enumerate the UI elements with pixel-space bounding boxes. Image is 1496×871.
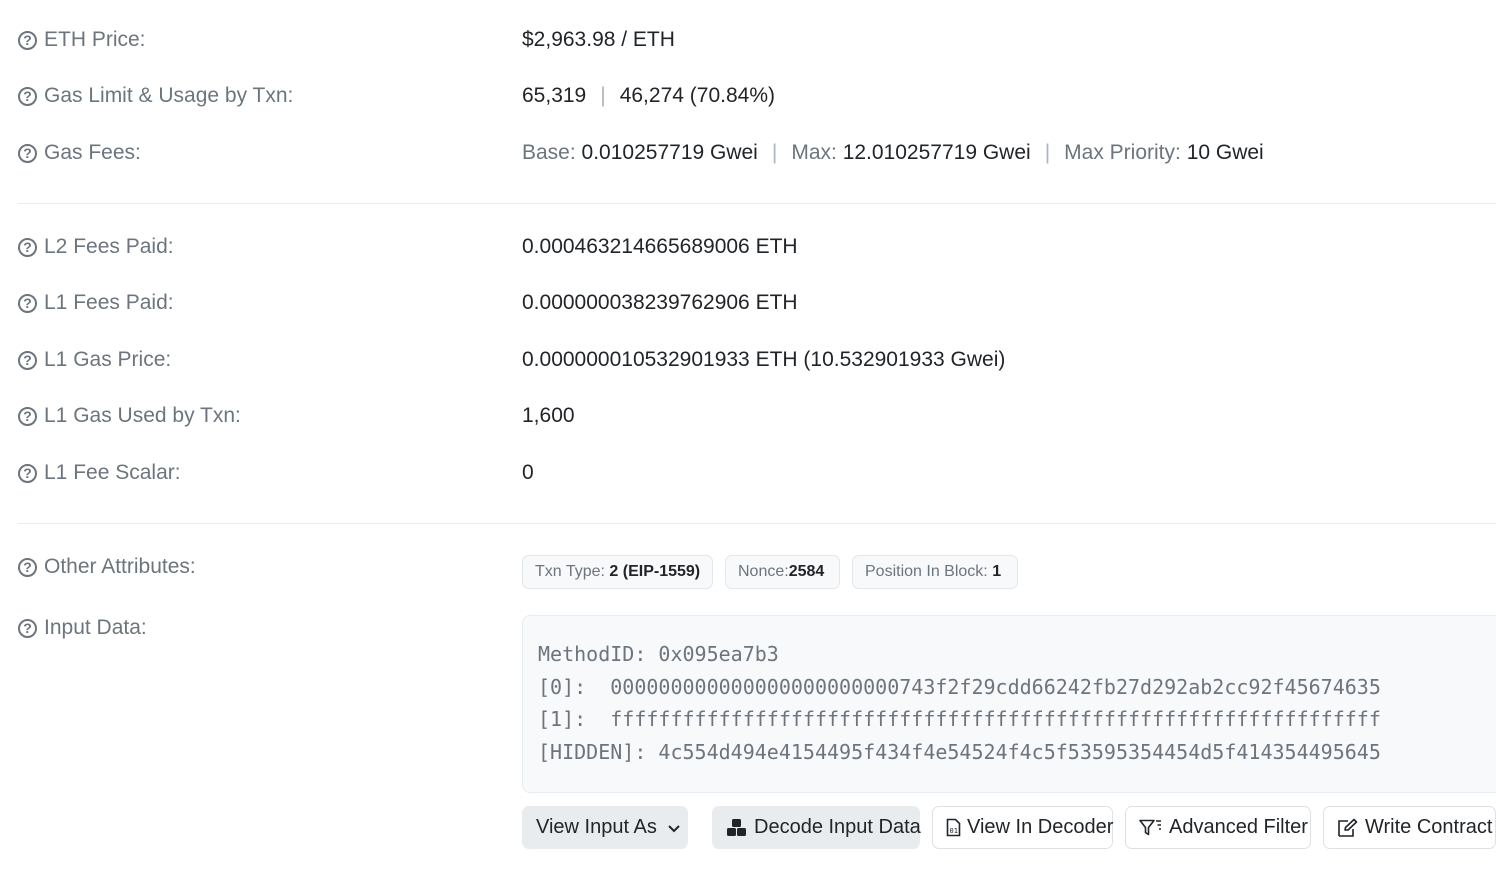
write-contract-label: Write Contract <box>1365 816 1493 838</box>
txn-type-label: Txn Type: <box>535 563 605 580</box>
question-circle-icon[interactable]: ? <box>18 30 37 50</box>
view-in-decoder-label: View In Decoder <box>967 816 1114 838</box>
eth-price-row: ? ETH Price: $2,963.98 / ETH <box>0 28 1496 60</box>
l1-fees-label: ? L1 Fees Paid: <box>18 291 174 315</box>
gas-usage: 46,274 (70.84%) <box>619 84 775 107</box>
position-value: 1 <box>992 563 1002 580</box>
l1-gas-price-row: ? L1 Gas Price: 0.000000010532901933 ETH… <box>0 348 1496 380</box>
base-fee-value: 0.010257719 Gwei <box>581 141 758 164</box>
input-data-box[interactable]: MethodID: 0x095ea7b3 [0]: 000000000000000… <box>522 615 1496 793</box>
separator: | <box>771 141 778 164</box>
txn-type-badge: Txn Type: 2 (EIP-1559) <box>522 555 713 589</box>
position-badge: Position In Block: 1 <box>852 555 1018 589</box>
l1-fee-scalar-value: 0 <box>522 461 534 484</box>
advanced-filter-label: Advanced Filter <box>1169 816 1308 838</box>
question-circle-icon[interactable]: ? <box>18 557 37 577</box>
gas-limit-label: ? Gas Limit & Usage by Txn: <box>18 84 293 108</box>
base-fee-label: Base: <box>522 141 576 164</box>
eth-price-label: ? ETH Price: <box>18 28 146 52</box>
decode-input-data-button[interactable]: Decode Input Data <box>712 806 921 849</box>
l2-fees-label: ? L2 Fees Paid: <box>18 235 174 259</box>
l1-gas-price-value: 0.000000010532901933 ETH (10.532901933 G… <box>522 348 1006 371</box>
advanced-filter-button[interactable]: Advanced Filter <box>1125 806 1311 849</box>
question-circle-icon[interactable]: ? <box>18 350 37 370</box>
txn-type-value: 2 (EIP-1559) <box>609 563 701 580</box>
question-circle-icon[interactable]: ? <box>18 237 37 257</box>
l1-gas-price-label: ? L1 Gas Price: <box>18 348 171 372</box>
separator: | <box>1044 141 1051 164</box>
file-code-icon: 01 <box>946 818 961 837</box>
l2-fees-value: 0.000463214665689006 ETH <box>522 235 798 258</box>
l1-fees-value: 0.000000038239762906 ETH <box>522 291 798 314</box>
view-in-decoder-button[interactable]: 01 View In Decoder <box>932 806 1113 849</box>
nonce-value: 2584 <box>788 563 825 580</box>
l1-gas-used-row: ? L1 Gas Used by Txn: 1,600 <box>0 404 1496 436</box>
other-attributes-label: ? Other Attributes: <box>18 555 196 579</box>
question-circle-icon[interactable]: ? <box>18 618 37 638</box>
filter-icon <box>1139 819 1163 837</box>
chevron-down-icon <box>667 821 681 835</box>
gas-fees-value: Base: 0.010257719 Gwei | Max: 12.010257719… <box>522 141 1264 165</box>
question-circle-icon[interactable]: ? <box>18 86 37 106</box>
l1-fee-scalar-label: ? L1 Fee Scalar: <box>18 461 181 485</box>
eth-price-value: $2,963.98 / ETH <box>522 28 675 51</box>
input-data-line: MethodID: 0x095ea7b3 <box>538 642 779 666</box>
question-circle-icon[interactable]: ? <box>18 293 37 313</box>
max-fee-value: 12.010257719 Gwei <box>842 141 1031 164</box>
gas-limit-row: ? Gas Limit & Usage by Txn: 65,319 | 46,27… <box>0 84 1496 116</box>
input-data-line: [HIDDEN]: 4c554d494e4154495f434f4e54524f… <box>538 739 1381 764</box>
section-divider <box>18 203 1496 204</box>
gas-limit-value: 65,319 | 46,274 (70.84%) <box>522 84 775 108</box>
l1-gas-used-label: ? L1 Gas Used by Txn: <box>18 404 241 428</box>
question-circle-icon[interactable]: ? <box>18 463 37 483</box>
write-contract-button[interactable]: Write Contract <box>1323 806 1496 849</box>
max-priority-label: Max Priority: <box>1064 141 1181 164</box>
gas-fees-label: ? Gas Fees: <box>18 141 141 165</box>
l1-fees-row: ? L1 Fees Paid: 0.000000038239762906 ETH <box>0 291 1496 323</box>
cubes-icon <box>726 818 748 838</box>
max-priority-value: 10 Gwei <box>1186 141 1264 164</box>
input-data-line: [0]: 000000000000000000000000743f2f29cdd… <box>538 674 1381 699</box>
svg-text:01: 01 <box>950 827 958 835</box>
question-circle-icon[interactable]: ? <box>18 143 37 163</box>
section-divider <box>18 523 1496 524</box>
view-input-as-button[interactable]: View Input As <box>522 806 688 849</box>
decode-input-data-label: Decode Input Data <box>754 816 921 838</box>
input-data-label: ? Input Data: <box>18 616 147 640</box>
nonce-label: Nonce: <box>738 563 789 580</box>
edit-icon <box>1337 818 1359 838</box>
gas-limit: 65,319 <box>522 84 587 107</box>
gas-fees-row: ? Gas Fees: Base: 0.010257719 Gwei | Max: … <box>0 141 1496 173</box>
l1-gas-used-value: 1,600 <box>522 404 575 427</box>
view-input-as-label: View Input As <box>536 816 657 838</box>
question-circle-icon[interactable]: ? <box>18 406 37 426</box>
max-fee-label: Max: <box>791 141 837 164</box>
l2-fees-row: ? L2 Fees Paid: 0.000463214665689006 ETH <box>0 235 1496 267</box>
l1-fee-scalar-row: ? L1 Fee Scalar: 0 <box>0 461 1496 493</box>
nonce-badge: Nonce: 2584 <box>725 555 840 589</box>
separator: | <box>600 84 606 107</box>
input-data-line: [1]: fffffffffffffffffffffffffffffffffff… <box>538 707 1381 731</box>
position-label: Position In Block: <box>865 563 988 580</box>
